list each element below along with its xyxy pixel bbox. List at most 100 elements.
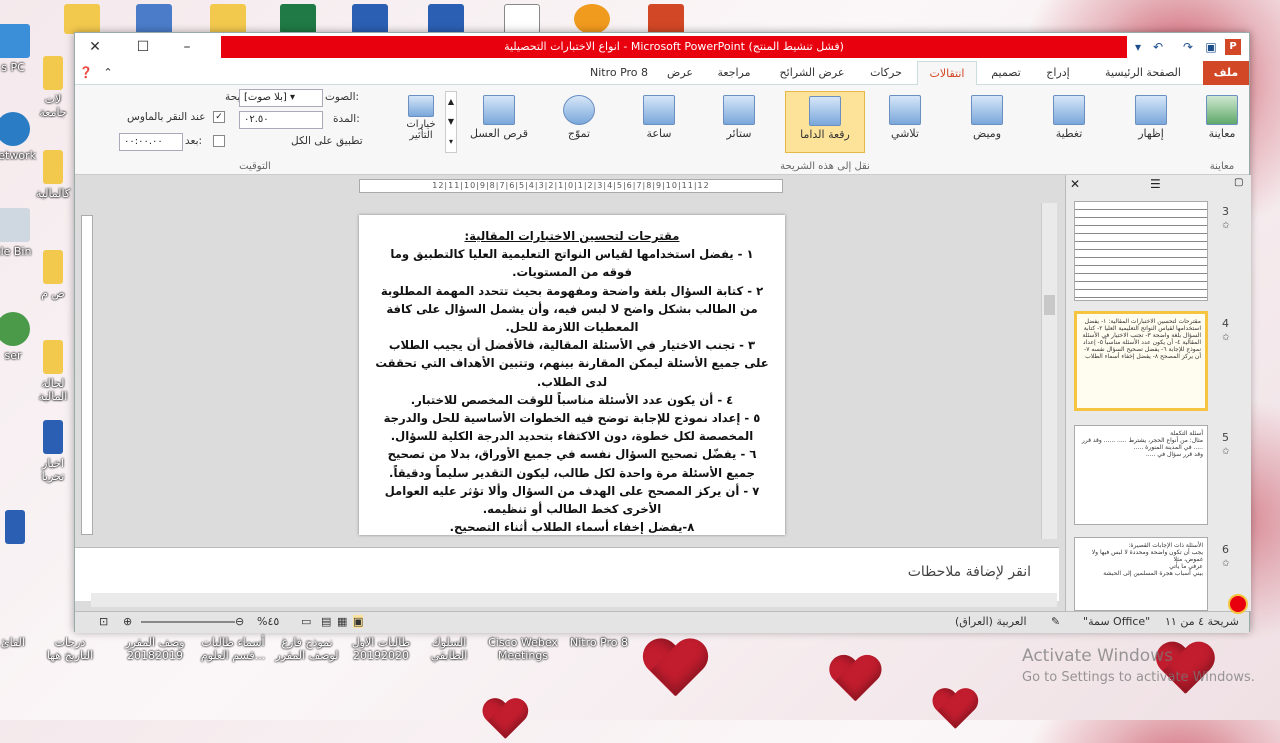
webex-icon[interactable]: Cisco Webex Meetings — [486, 636, 560, 662]
word-file-icon[interactable] — [428, 4, 464, 34]
zoom-level[interactable]: %٤٥ — [257, 615, 279, 628]
slide-line[interactable]: ٧ - أن يركز المصحح على الهدف من السؤال و… — [375, 482, 769, 518]
slide-number: 6 — [1222, 543, 1229, 556]
tab-slideshow[interactable]: عرض الشرائح — [767, 61, 857, 85]
language-status[interactable]: العربية (العراق) — [955, 615, 1027, 628]
minimize-button[interactable]: – — [167, 33, 207, 61]
preview-icon — [1206, 95, 1238, 125]
transition-cover[interactable]: تغطية — [1035, 91, 1103, 153]
slide-line[interactable]: ٢ - كتابة السؤال بلغة واضحة ومفهومة بحيث… — [375, 282, 769, 337]
slide-thumbnail-3[interactable] — [1074, 201, 1208, 301]
desktop-file-icon[interactable]: السلوك الطابقي — [418, 636, 480, 662]
transition-flash[interactable]: وميض — [953, 91, 1021, 153]
transition-honeycomb[interactable]: قرص العسل — [465, 91, 533, 153]
clock-icon — [643, 95, 675, 125]
duration-spinner[interactable]: ٠٢.٥٠ — [239, 111, 323, 129]
folder-icon[interactable] — [64, 4, 100, 34]
tab-insert[interactable]: إدراج — [1033, 61, 1083, 85]
flash-icon — [971, 95, 1003, 125]
fit-to-window-icon[interactable]: ⊡ — [99, 615, 108, 628]
on-click-checkbox[interactable]: ✓ — [213, 111, 225, 123]
vertical-scrollbar[interactable] — [1041, 203, 1057, 539]
tab-file[interactable]: ملف — [1203, 61, 1249, 85]
close-button[interactable]: ✕ — [75, 33, 115, 61]
desktop-file-icon[interactable]: القائ — [0, 636, 36, 649]
document-icon[interactable] — [136, 4, 172, 34]
slide-line[interactable]: ٨-يفضل إخفاء أسماء الطلاب أثناء التصحيح. — [375, 518, 769, 536]
slide-heading[interactable]: مقترحات لتحسين الاختبارات المقالية: — [375, 227, 769, 245]
slideshow-view-icon[interactable]: ▭ — [301, 615, 311, 628]
transition-blinds[interactable]: ستائر — [705, 91, 773, 153]
tab-review[interactable]: مراجعة — [703, 61, 765, 85]
slide-thumbnail-4[interactable]: مقترحات لتحسين الاختبارات المقالية: ١- ي… — [1074, 311, 1208, 411]
slide-line[interactable]: ٤ - أن يكون عدد الأسئلة مناسباً للوقت ال… — [375, 391, 769, 409]
desktop-file-icon[interactable]: أسماء طالبات ...قسم العلوم — [196, 636, 270, 662]
tab-home[interactable]: الصفحة الرئيسية — [1087, 61, 1199, 85]
folder-icon[interactable] — [210, 4, 246, 34]
outline-view-icon[interactable]: ☰ — [1150, 177, 1161, 191]
spellcheck-icon[interactable]: ✎ — [1051, 615, 1060, 628]
slide-line[interactable]: ١ - يفضل استخدامها لقياس النواتج التعليم… — [375, 245, 769, 281]
excel-file-icon[interactable] — [280, 4, 316, 34]
transition-checkerboard[interactable]: رقعة الداما — [785, 91, 865, 153]
zoom-in-button[interactable]: ⊕ — [123, 615, 132, 628]
desktop-file-icon[interactable]: ص م — [30, 250, 76, 300]
save-icon[interactable]: ▣ — [1203, 39, 1219, 55]
slide-canvas[interactable]: مقترحات لتحسين الاختبارات المقالية: ١ - … — [359, 215, 785, 535]
collapse-ribbon-icon[interactable]: ⌃ — [99, 61, 117, 85]
desktop-file-icon[interactable]: درجات التاريخ هها — [40, 636, 100, 662]
tab-view[interactable]: عرض — [659, 61, 701, 85]
app-icon[interactable] — [574, 4, 610, 34]
desktop-file-icon[interactable]: لات جامعة — [30, 56, 76, 119]
reading-view-icon[interactable]: ▤ — [321, 615, 331, 628]
tab-design[interactable]: تصميم — [981, 61, 1031, 85]
tab-animations[interactable]: حركات — [859, 61, 913, 85]
redo-icon[interactable]: ↷ — [1180, 39, 1196, 55]
slide-line[interactable]: ٦ - يفضّل تصحيح السؤال نفسه في جميع الأو… — [375, 445, 769, 481]
slide-line[interactable]: ٥ - إعداد نموذج للإجابة توضح فيه الخطوات… — [375, 409, 769, 445]
zoom-out-button[interactable]: ⊖ — [235, 615, 244, 628]
gallery-scroll[interactable]: ▲ ▼ ▾ — [445, 91, 457, 153]
slides-view-icon[interactable]: ▢ — [1234, 177, 1243, 188]
slide-thumbnail-6[interactable]: الأسئلة ذات الإجابات القصيرة: يجب أن تكو… — [1074, 537, 1208, 611]
effect-options-button[interactable]: خيارات التأثير — [399, 91, 443, 153]
transition-dissolve[interactable]: تلاشي — [871, 91, 939, 153]
nitro-pro-icon[interactable]: Nitro Pro 8 — [562, 636, 636, 649]
tab-transitions[interactable]: انتقالات — [917, 61, 977, 85]
slide-thumbnail-5[interactable]: أسئلة التكملة مثال: من أنواع الحجر، يشتر… — [1074, 425, 1208, 525]
apply-to-all-button[interactable]: تطبيق على الكل — [291, 135, 363, 147]
desktop-file-icon[interactable]: كالمالية — [30, 150, 76, 200]
powerpoint-file-icon[interactable] — [648, 4, 684, 34]
slide-line[interactable]: ٣ - تجنب الاختيار في الأسئلة المقالية، ف… — [375, 336, 769, 391]
help-icon[interactable]: ❓ — [77, 61, 95, 85]
horizontal-scrollbar[interactable] — [91, 593, 1057, 607]
after-checkbox[interactable] — [213, 135, 225, 147]
powerpoint-app-icon[interactable]: P — [1225, 39, 1241, 55]
normal-view-icon[interactable]: ▣ — [353, 615, 364, 628]
customize-qat-icon[interactable]: ▾ — [1130, 39, 1146, 55]
transition-reveal[interactable]: إظهار — [1117, 91, 1185, 153]
sorter-view-icon[interactable]: ▦ — [337, 615, 347, 628]
maximize-button[interactable]: ☐ — [123, 33, 163, 61]
desktop-file-icon[interactable]: وصف المقرر 20182019 — [118, 636, 192, 662]
word-file-icon[interactable] — [352, 4, 388, 34]
transition-ripple[interactable]: تموّج — [545, 91, 613, 153]
transition-clock[interactable]: ساعة — [625, 91, 693, 153]
zoom-slider[interactable] — [141, 621, 235, 623]
desktop-file-icon[interactable]: طالبات الاول 20192020 — [344, 636, 418, 662]
desktop-file-icon[interactable] — [0, 510, 30, 547]
preview-button[interactable]: معاينة — [1197, 91, 1247, 153]
tab-nitro[interactable]: Nitro Pro 8 — [579, 61, 659, 85]
document-icon[interactable] — [504, 4, 540, 34]
desktop-file-icon[interactable]: لحالة المالية — [30, 340, 76, 403]
icon-label: وصف المقرر 20182019 — [125, 636, 185, 662]
transition-star-icon: ✩ — [1222, 447, 1230, 457]
desktop-file-icon[interactable]: نموذج فارغ لوصف المقرر — [270, 636, 344, 662]
sound-dropdown[interactable]: [بلا صوت] ▾ — [239, 89, 323, 107]
undo-icon[interactable]: ↶ — [1150, 39, 1166, 55]
after-time-field[interactable]: ٠٠:٠٠.٠٠ — [119, 133, 183, 151]
close-panel-icon[interactable]: ✕ — [1070, 177, 1080, 191]
scroll-thumb[interactable] — [1044, 295, 1055, 315]
desktop-file-icon[interactable]: اخبار تحريا — [30, 420, 76, 483]
heart-decoration — [827, 656, 883, 706]
